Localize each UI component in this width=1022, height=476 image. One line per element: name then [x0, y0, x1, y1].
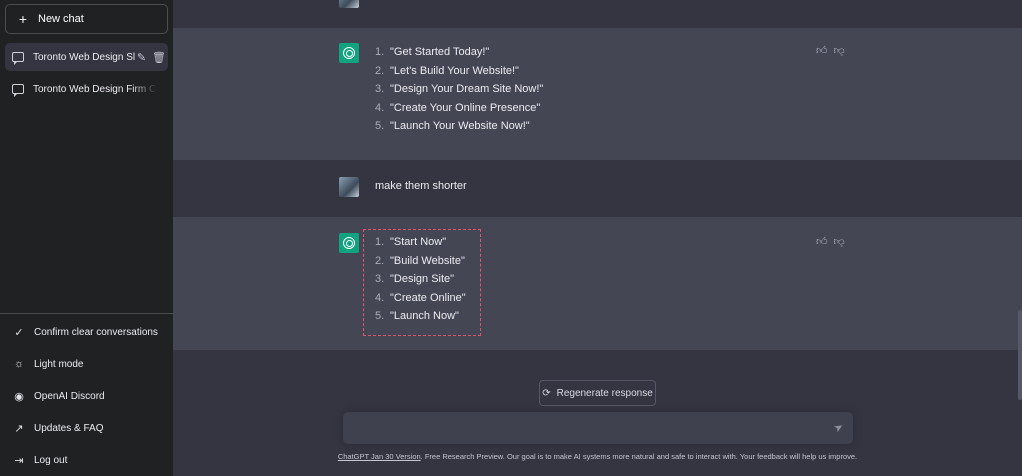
conversation-item-active[interactable]: Toronto Web Design Sl ✎ 🗑	[5, 43, 168, 71]
conversation-title: Toronto Web Design Sl	[33, 51, 136, 63]
sun-icon: ☼	[13, 358, 25, 370]
log-out-button[interactable]: ⇥ Log out	[0, 444, 173, 476]
menu-label: Updates & FAQ	[34, 422, 104, 434]
list-item: 4. "Create Online"	[375, 291, 466, 304]
new-chat-button[interactable]: + New chat	[5, 4, 168, 34]
feedback-buttons: 👍︎ 👎︎	[816, 235, 845, 248]
openai-discord-link[interactable]: ◉ OpenAI Discord	[0, 380, 173, 412]
new-chat-label: New chat	[38, 13, 84, 25]
sidebar: + New chat Toronto Web Design Sl ✎ 🗑 Tor…	[0, 0, 173, 476]
edit-icon[interactable]: ✎	[136, 51, 147, 64]
conversation-item[interactable]: Toronto Web Design Firm CTA	[5, 75, 168, 103]
list-item: 3. "Design Your Dream Site Now!"	[375, 83, 544, 95]
assistant-message: 1. "Get Started Today!" 2. "Let's Build Yo…	[173, 28, 1022, 160]
trash-icon[interactable]: 🗑	[152, 51, 166, 64]
regenerate-response-button[interactable]: ⟳ Regenerate response	[539, 380, 656, 406]
list-item: 4. "Create Your Online Presence"	[375, 101, 541, 114]
chatgpt-avatar	[339, 43, 359, 63]
chat-bubble-icon	[12, 84, 24, 97]
thumbs-down-icon[interactable]: 👎︎	[834, 44, 845, 57]
menu-label: OpenAI Discord	[34, 390, 105, 402]
user-prompt-text: make them shorter	[375, 180, 467, 192]
footer-disclaimer: ChatGPT Jan 30 Version. Free Research Pr…	[173, 452, 1022, 461]
thumbs-down-icon[interactable]: 👎︎	[834, 235, 845, 248]
openai-logo-icon	[343, 237, 355, 249]
scrollbar-thumb[interactable]	[1018, 310, 1022, 400]
conversation-list: Toronto Web Design Sl ✎ 🗑 Toronto Web De…	[0, 43, 173, 107]
updates-faq-link[interactable]: ↗ Updates & FAQ	[0, 412, 173, 444]
response-list: 1. "Get Started Today!" 2. "Let's Build Yo…	[375, 43, 543, 136]
conversation-pane: 1. "Get Started Today!" 2. "Let's Build Yo…	[173, 0, 1022, 476]
light-mode-button[interactable]: ☼ Light mode	[0, 348, 173, 380]
feedback-buttons: 👍︎ 👎︎	[816, 44, 845, 57]
message-input[interactable]	[355, 421, 815, 437]
chatgpt-avatar	[339, 233, 359, 253]
check-icon: ✓	[14, 326, 24, 339]
message-input-box: ➤	[343, 412, 853, 444]
conversation-title: Toronto Web Design Firm CTA	[33, 83, 157, 95]
send-icon[interactable]: ➤	[831, 420, 846, 435]
menu-label: Light mode	[34, 358, 84, 370]
list-item: 2. "Build Website"	[375, 254, 465, 267]
user-message: make them shorter	[173, 160, 1022, 217]
response-list: 1. "Start Now" 2. "Build Website" 3. "Desig…	[375, 233, 466, 326]
menu-label: Confirm clear conversations	[34, 326, 158, 338]
list-item: 5. "Launch Your Website Now!"	[375, 120, 530, 132]
list-item: 1. "Start Now"	[375, 236, 447, 248]
conversation-actions: ✎ 🗑	[136, 51, 166, 64]
user-avatar	[339, 177, 359, 197]
chat-bubble-icon	[12, 52, 24, 65]
regenerate-label: Regenerate response	[556, 387, 653, 399]
list-item: 2. "Let's Build Your Website!"	[375, 64, 519, 77]
list-item: 3. "Design Site"	[375, 273, 455, 285]
list-item: 1. "Get Started Today!"	[375, 46, 490, 58]
thumbs-up-icon[interactable]: 👍︎	[816, 235, 828, 248]
thumbs-up-icon[interactable]: 👍︎	[816, 44, 828, 57]
footer-text: . Free Research Preview. Our goal is to …	[420, 452, 858, 461]
plus-icon: +	[18, 11, 28, 27]
list-item: 5. "Launch Now"	[375, 310, 459, 322]
sidebar-bottom-menu: ✓ Confirm clear conversations ☼ Light mo…	[0, 313, 173, 476]
assistant-message: 1. "Start Now" 2. "Build Website" 3. "Desig…	[173, 217, 1022, 350]
confirm-clear-conversations-button[interactable]: ✓ Confirm clear conversations	[0, 316, 173, 348]
openai-logo-icon	[343, 47, 355, 59]
user-avatar	[339, 0, 359, 8]
refresh-icon: ⟳	[542, 387, 551, 399]
version-link[interactable]: ChatGPT Jan 30 Version	[338, 452, 421, 461]
menu-label: Log out	[34, 454, 68, 466]
logout-icon: ⇥	[14, 454, 24, 467]
user-message-partial	[173, 0, 1022, 28]
discord-icon: ◉	[14, 390, 24, 403]
external-link-icon: ↗	[14, 422, 24, 435]
